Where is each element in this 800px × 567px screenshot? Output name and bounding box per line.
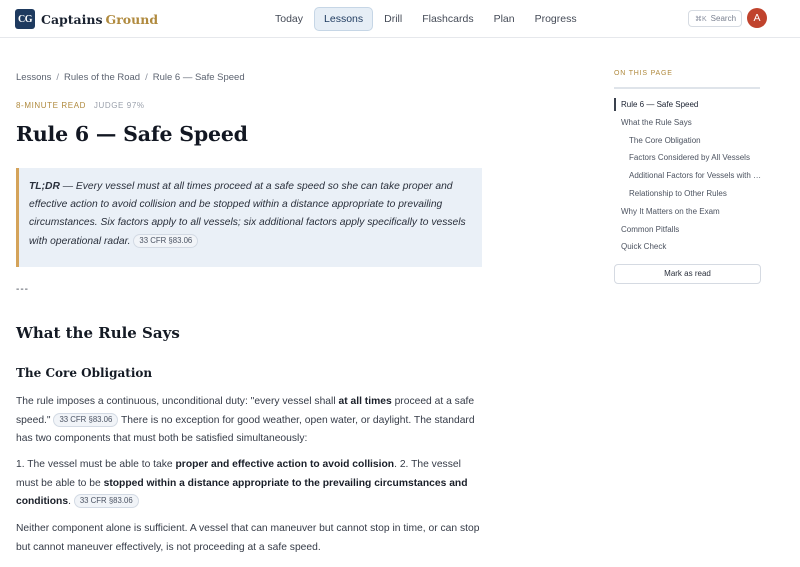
toc-item-factors-radar[interactable]: Additional Factors for Vessels with Rada… <box>614 169 762 187</box>
subsection-heading: The Core Obligation <box>16 366 153 380</box>
toc-list: Rule 6 — Safe Speed What the Rule Says T… <box>614 98 762 258</box>
toc-item-pitfalls[interactable]: Common Pitfalls <box>614 223 762 241</box>
brand[interactable]: CG Captains Ground <box>15 9 158 29</box>
toc-item-rule-6[interactable]: Rule 6 — Safe Speed <box>614 98 762 116</box>
citation-badge[interactable]: 33 CFR §83.06 <box>133 233 199 248</box>
citation-badge[interactable]: 33 CFR §83.06 <box>53 412 119 427</box>
top-bar: CG Captains Ground Today Lessons Drill Fl… <box>0 0 800 38</box>
nav-today[interactable]: Today <box>266 7 312 31</box>
breadcrumb-current: Rule 6 — Safe Speed <box>152 72 245 83</box>
separator-text: --- <box>16 284 29 295</box>
page-title: Rule 6 — Safe Speed <box>16 122 248 146</box>
avatar[interactable]: A <box>747 8 767 28</box>
nav-flashcards[interactable]: Flashcards <box>413 7 482 31</box>
lesson-meta: 8-MINUTE READ JUDGE 97% <box>16 101 145 110</box>
paragraph-text: 1. The vessel must be able to take <box>16 459 176 470</box>
mark-as-read-button[interactable]: Mark as read <box>614 264 761 284</box>
search-label: Search <box>710 14 737 23</box>
emphasis-text: proper and effective action to avoid col… <box>175 459 395 470</box>
nav-progress[interactable]: Progress <box>526 7 586 31</box>
search-button[interactable]: ⌘K Search <box>688 10 742 27</box>
toc-item-what-the-rule-says[interactable]: What the Rule Says <box>614 116 762 134</box>
tldr-label: TL;DR <box>29 181 60 192</box>
nav-drill[interactable]: Drill <box>375 7 411 31</box>
nav-plan[interactable]: Plan <box>485 7 524 31</box>
emphasis-text: at all times <box>338 396 392 407</box>
breadcrumb-rules-of-the-road[interactable]: Rules of the Road <box>64 72 140 83</box>
paragraph-text: . <box>68 496 71 508</box>
brand-name: Captains Ground <box>41 12 158 27</box>
read-time: 8-MINUTE READ <box>16 101 87 110</box>
paragraph-core-duty: The rule imposes a continuous, unconditi… <box>16 393 484 449</box>
toc-item-quick-check[interactable]: Quick Check <box>614 240 762 258</box>
paragraph-conclusion: Neither component alone is sufficient. A… <box>16 523 480 553</box>
breadcrumb-separator: / <box>56 72 60 83</box>
main-nav: Today Lessons Drill Flashcards Plan Prog… <box>266 7 588 31</box>
judge-score: JUDGE 97% <box>93 101 145 110</box>
toc-divider <box>614 87 760 89</box>
nav-lessons[interactable]: Lessons <box>314 7 374 31</box>
citation-badge[interactable]: 33 CFR §83.06 <box>73 494 139 509</box>
tldr-text: — Every vessel must at all times proceed… <box>29 181 466 247</box>
toc-item-factors-all-vessels[interactable]: Factors Considered by All Vessels <box>614 151 762 169</box>
paragraph-components: 1. The vessel must be able to take prope… <box>16 456 484 512</box>
toc-item-exam[interactable]: Why It Matters on the Exam <box>614 205 762 223</box>
breadcrumb-lessons[interactable]: Lessons <box>16 72 51 83</box>
logo-icon: CG <box>15 9 35 29</box>
section-heading: What the Rule Says <box>16 324 180 342</box>
paragraph-text: The rule imposes a continuous, unconditi… <box>16 396 339 407</box>
toc-item-relationship[interactable]: Relationship to Other Rules <box>614 187 762 205</box>
on-this-page-nav: ON THIS PAGE Rule 6 — Safe Speed What th… <box>614 70 762 284</box>
toc-title: ON THIS PAGE <box>614 70 673 77</box>
breadcrumb: Lessons / Rules of the Road / Rule 6 — Safe … <box>16 72 245 83</box>
breadcrumb-separator: / <box>145 72 148 83</box>
tldr-callout: TL;DR — Every vessel must at all times p… <box>16 168 482 267</box>
search-shortcut: ⌘K <box>695 15 707 23</box>
toc-item-core-obligation[interactable]: The Core Obligation <box>614 134 762 152</box>
brand-name-primary: Captains <box>41 11 103 27</box>
brand-name-accent: Ground <box>105 11 159 27</box>
